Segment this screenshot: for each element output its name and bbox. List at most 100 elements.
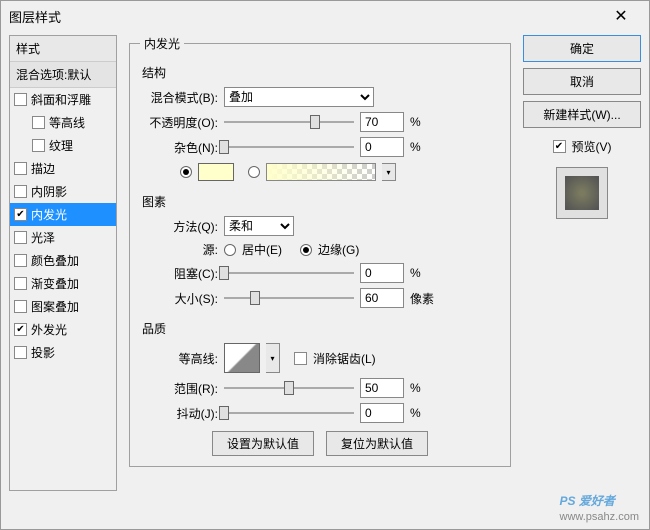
source-edge-label: 边缘(G): [318, 241, 359, 258]
range-label: 范围(R):: [140, 380, 218, 397]
style-checkbox[interactable]: [14, 162, 27, 175]
pct-label: %: [410, 115, 421, 129]
style-checkbox[interactable]: [14, 208, 27, 221]
titlebar: 图层样式 ✕: [1, 1, 649, 31]
sidebar-item-11[interactable]: 投影: [10, 341, 116, 364]
set-default-button[interactable]: 设置为默认值: [212, 431, 314, 456]
sidebar-item-9[interactable]: 图案叠加: [10, 295, 116, 318]
style-checkbox[interactable]: [14, 346, 27, 359]
style-checkbox[interactable]: [14, 323, 27, 336]
layer-style-dialog: 图层样式 ✕ 样式 混合选项:默认 斜面和浮雕等高线纹理描边内阴影内发光光泽颜色…: [0, 0, 650, 530]
color-radio[interactable]: [180, 166, 192, 178]
ok-button[interactable]: 确定: [523, 35, 641, 62]
elements-heading: 图素: [142, 193, 500, 210]
size-slider[interactable]: [224, 289, 354, 307]
sidebar-item-7[interactable]: 颜色叠加: [10, 249, 116, 272]
panel-legend: 内发光: [140, 35, 184, 52]
range-input[interactable]: 50: [360, 378, 404, 398]
style-label: 斜面和浮雕: [31, 91, 91, 108]
pct-label: %: [410, 406, 421, 420]
style-label: 外发光: [31, 321, 67, 338]
watermark: PS 爱好者 www.psahz.com: [560, 488, 639, 523]
preview-label: 预览(V): [572, 138, 612, 155]
jitter-input[interactable]: 0: [360, 403, 404, 423]
close-icon[interactable]: ✕: [601, 2, 641, 30]
preview-checkbox[interactable]: [553, 140, 566, 153]
style-checkbox[interactable]: [32, 116, 45, 129]
style-label: 渐变叠加: [31, 275, 79, 292]
sidebar-item-1[interactable]: 等高线: [10, 111, 116, 134]
style-label: 描边: [31, 160, 55, 177]
contour-picker[interactable]: [224, 343, 260, 373]
style-checkbox[interactable]: [14, 231, 27, 244]
size-input[interactable]: 60: [360, 288, 404, 308]
opacity-slider[interactable]: [224, 113, 354, 131]
blend-mode-label: 混合模式(B):: [140, 89, 218, 106]
choke-slider[interactable]: [224, 264, 354, 282]
jitter-slider[interactable]: [224, 404, 354, 422]
style-label: 纹理: [49, 137, 73, 154]
style-label: 内发光: [31, 206, 67, 223]
style-checkbox[interactable]: [14, 254, 27, 267]
opacity-label: 不透明度(O):: [140, 114, 218, 131]
styles-sidebar: 样式 混合选项:默认 斜面和浮雕等高线纹理描边内阴影内发光光泽颜色叠加渐变叠加图…: [9, 35, 117, 491]
pct-label: %: [410, 266, 421, 280]
noise-input[interactable]: 0: [360, 137, 404, 157]
cancel-button[interactable]: 取消: [523, 68, 641, 95]
sidebar-header: 样式: [10, 36, 116, 62]
sidebar-item-8[interactable]: 渐变叠加: [10, 272, 116, 295]
style-checkbox[interactable]: [14, 300, 27, 313]
source-center-label: 居中(E): [242, 241, 282, 258]
sidebar-item-4[interactable]: 内阴影: [10, 180, 116, 203]
style-label: 颜色叠加: [31, 252, 79, 269]
dialog-title: 图层样式: [9, 7, 601, 26]
choke-label: 阻塞(C):: [140, 265, 218, 282]
source-label: 源:: [140, 241, 218, 258]
style-label: 投影: [31, 344, 55, 361]
contour-dropdown-icon[interactable]: ▾: [266, 343, 280, 373]
style-label: 光泽: [31, 229, 55, 246]
new-style-button[interactable]: 新建样式(W)...: [523, 101, 641, 128]
sidebar-item-10[interactable]: 外发光: [10, 318, 116, 341]
style-checkbox[interactable]: [32, 139, 45, 152]
sidebar-item-6[interactable]: 光泽: [10, 226, 116, 249]
noise-label: 杂色(N):: [140, 139, 218, 156]
opacity-input[interactable]: 70: [360, 112, 404, 132]
source-edge-radio[interactable]: [300, 244, 312, 256]
noise-slider[interactable]: [224, 138, 354, 156]
technique-label: 方法(Q):: [140, 218, 218, 235]
blend-mode-select[interactable]: 叠加: [224, 87, 374, 107]
pct-label: %: [410, 140, 421, 154]
gradient-radio[interactable]: [248, 166, 260, 178]
technique-select[interactable]: 柔和: [224, 216, 294, 236]
inner-glow-group: 内发光 结构 混合模式(B): 叠加 不透明度(O): 70 % 杂色(N): …: [129, 35, 511, 467]
right-buttons: 确定 取消 新建样式(W)... 预览(V): [523, 35, 641, 491]
preview-thumbnail: [556, 167, 608, 219]
px-label: 像素: [410, 290, 434, 307]
size-label: 大小(S):: [140, 290, 218, 307]
sidebar-item-0[interactable]: 斜面和浮雕: [10, 88, 116, 111]
quality-heading: 品质: [142, 320, 500, 337]
gradient-dropdown-icon[interactable]: ▾: [382, 163, 396, 181]
blending-options[interactable]: 混合选项:默认: [10, 62, 116, 88]
sidebar-item-5[interactable]: 内发光: [10, 203, 116, 226]
style-checkbox[interactable]: [14, 277, 27, 290]
source-center-radio[interactable]: [224, 244, 236, 256]
gradient-swatch[interactable]: [266, 163, 376, 181]
sidebar-item-3[interactable]: 描边: [10, 157, 116, 180]
contour-label: 等高线:: [140, 350, 218, 367]
structure-heading: 结构: [142, 64, 500, 81]
reset-default-button[interactable]: 复位为默认值: [326, 431, 428, 456]
jitter-label: 抖动(J):: [140, 405, 218, 422]
sidebar-item-2[interactable]: 纹理: [10, 134, 116, 157]
style-checkbox[interactable]: [14, 93, 27, 106]
style-label: 内阴影: [31, 183, 67, 200]
choke-input[interactable]: 0: [360, 263, 404, 283]
range-slider[interactable]: [224, 379, 354, 397]
color-swatch[interactable]: [198, 163, 234, 181]
antialias-label: 消除锯齿(L): [313, 350, 376, 367]
main-panel: 内发光 结构 混合模式(B): 叠加 不透明度(O): 70 % 杂色(N): …: [125, 35, 515, 491]
style-label: 图案叠加: [31, 298, 79, 315]
style-checkbox[interactable]: [14, 185, 27, 198]
antialias-checkbox[interactable]: [294, 352, 307, 365]
